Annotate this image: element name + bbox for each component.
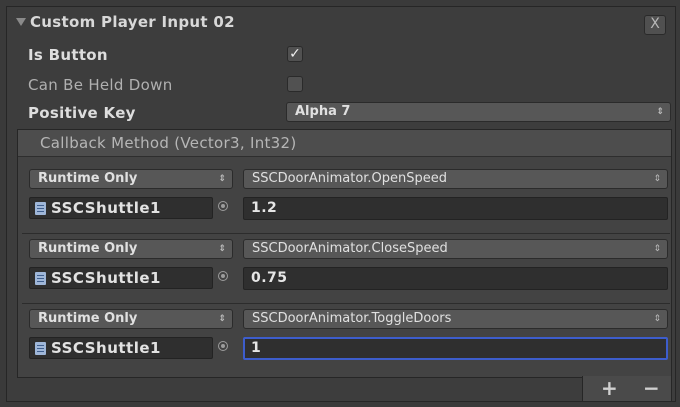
method-label: SSCDoorAnimator.ToggleDoors	[252, 311, 452, 326]
entry-divider	[22, 303, 670, 304]
component-title: Custom Player Input 02	[30, 13, 235, 31]
event-header: Callback Method (Vector3, Int32)	[18, 130, 671, 157]
method-label: SSCDoorAnimator.CloseSpeed	[252, 241, 448, 256]
positive-key-dropdown[interactable]: Alpha 7 ⇕	[286, 102, 671, 122]
runtime-mode-dropdown[interactable]: Runtime Only ⇕	[29, 169, 233, 189]
object-picker-icon[interactable]	[218, 201, 228, 211]
up-down-arrows-icon: ⇕	[653, 244, 661, 254]
foldout-arrow-icon[interactable]	[16, 18, 26, 26]
runtime-mode-dropdown[interactable]: Runtime Only ⇕	[29, 239, 233, 259]
unity-event-panel: Callback Method (Vector3, Int32) Runtime…	[17, 129, 672, 378]
up-down-arrows-icon: ⇕	[218, 244, 226, 254]
argument-value-field[interactable]: 1.2	[243, 197, 668, 220]
object-picker-icon[interactable]	[218, 341, 228, 351]
close-button[interactable]: X	[644, 15, 666, 35]
target-object-name: SSCShuttle1	[51, 269, 161, 287]
method-label: SSCDoorAnimator.OpenSpeed	[252, 171, 448, 186]
up-down-arrows-icon: ⇕	[653, 174, 661, 184]
runtime-mode-dropdown[interactable]: Runtime Only ⇕	[29, 309, 233, 329]
method-dropdown[interactable]: SSCDoorAnimator.ToggleDoors ⇕	[243, 309, 668, 329]
method-dropdown[interactable]: SSCDoorAnimator.OpenSpeed ⇕	[243, 169, 668, 189]
target-object-field[interactable]: SSCShuttle1	[29, 197, 213, 219]
target-object-field[interactable]: SSCShuttle1	[29, 267, 213, 289]
is-button-label: Is Button	[28, 46, 108, 64]
can-be-held-down-label: Can Be Held Down	[28, 76, 173, 94]
runtime-mode-label: Runtime Only	[38, 171, 138, 186]
event-entry: Runtime Only ⇕ SSCDoorAnimator.CloseSpee…	[18, 237, 671, 299]
event-entry: Runtime Only ⇕ SSCDoorAnimator.OpenSpeed…	[18, 167, 671, 229]
target-object-name: SSCShuttle1	[51, 339, 161, 357]
positive-key-value: Alpha 7	[295, 104, 351, 119]
up-down-arrows-icon: ⇕	[656, 107, 664, 117]
object-picker-icon[interactable]	[218, 271, 228, 281]
up-down-arrows-icon: ⇕	[218, 174, 226, 184]
runtime-mode-label: Runtime Only	[38, 311, 138, 326]
event-title: Callback Method (Vector3, Int32)	[40, 134, 297, 152]
list-footer: + −	[582, 376, 672, 402]
target-object-field[interactable]: SSCShuttle1	[29, 337, 213, 359]
component-header[interactable]: Custom Player Input 02 X	[10, 12, 670, 36]
method-dropdown[interactable]: SSCDoorAnimator.CloseSpeed ⇕	[243, 239, 668, 259]
argument-value-field[interactable]: 0.75	[243, 267, 668, 290]
entry-divider	[22, 233, 670, 234]
target-object-name: SSCShuttle1	[51, 199, 161, 217]
runtime-mode-label: Runtime Only	[38, 241, 138, 256]
is-button-row: Is Button ✓	[28, 44, 670, 66]
positive-key-label: Positive Key	[28, 104, 136, 122]
script-icon	[35, 202, 46, 215]
add-entry-button[interactable]: +	[601, 376, 618, 400]
is-button-checkbox[interactable]: ✓	[287, 46, 303, 62]
script-icon	[35, 272, 46, 285]
remove-entry-button[interactable]: −	[643, 376, 660, 400]
up-down-arrows-icon: ⇕	[218, 314, 226, 324]
positive-key-row: Positive Key Alpha 7 ⇕	[28, 102, 671, 124]
event-entry: Runtime Only ⇕ SSCDoorAnimator.ToggleDoo…	[18, 307, 671, 369]
script-icon	[35, 342, 46, 355]
up-down-arrows-icon: ⇕	[653, 314, 661, 324]
argument-value-field[interactable]: 1	[243, 337, 668, 360]
can-be-held-down-checkbox[interactable]	[287, 76, 303, 92]
can-be-held-down-row: Can Be Held Down	[28, 74, 670, 96]
